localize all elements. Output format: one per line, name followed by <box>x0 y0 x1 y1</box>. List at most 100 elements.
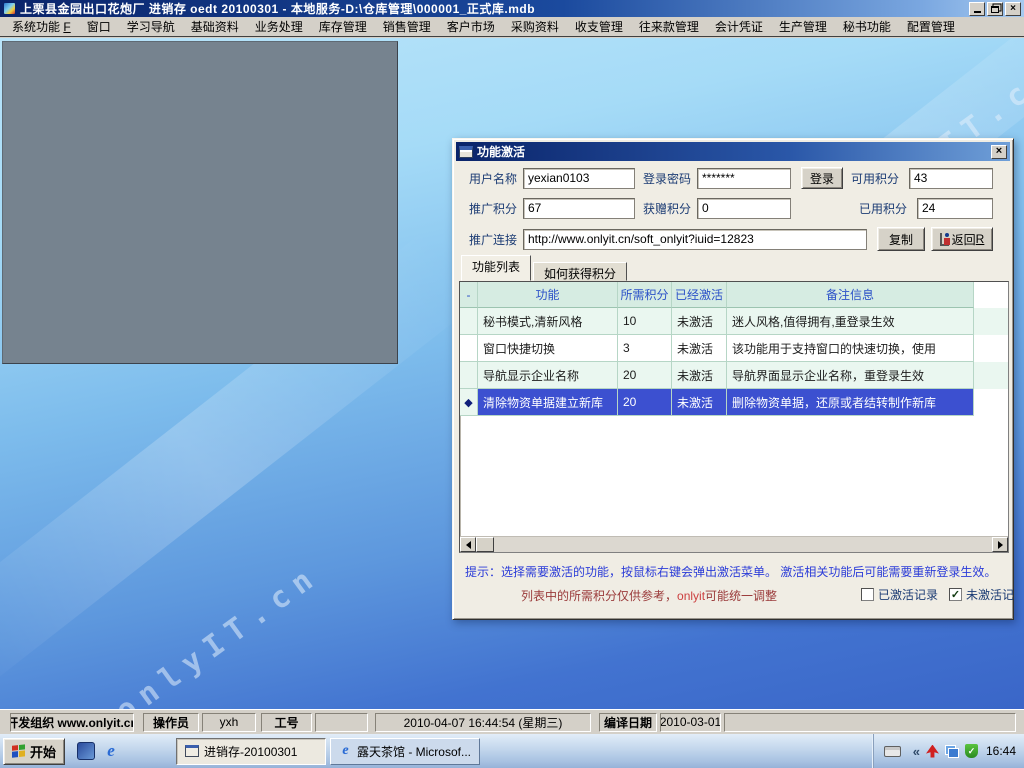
menubar: 系统功能 F 窗口 学习导航 基础资料 业务处理 库存管理 销售管理 客户市场 … <box>0 17 1024 37</box>
password-label: 登录密码 <box>643 170 697 187</box>
return-button[interactable]: 返回R <box>931 227 993 251</box>
hint2-prefix: 列表中的所需积分仅供参考， <box>521 589 677 603</box>
tabstrip: 功能列表 如何获得积分 <box>461 259 627 281</box>
dialog-icon <box>459 146 473 158</box>
username-input[interactable]: yexian0103 <box>523 168 635 189</box>
hint-text-1: 提示：选择需要激活的功能，按鼠标右键会弹出激活菜单。 激活相关功能后可能需要重新… <box>465 563 1005 580</box>
minimize-button[interactable] <box>969 2 985 16</box>
checkbox-checked[interactable]: ✓ <box>949 588 962 601</box>
row-marker <box>460 308 478 335</box>
task-button-label: 进销存-20100301 <box>204 743 297 760</box>
system-tray: « ✓ 16:44 <box>873 734 1024 768</box>
used-points-label: 已用积分 <box>859 200 917 217</box>
task-button-label: 露天茶馆 - Microsof... <box>357 743 471 760</box>
row-points: 20 <box>618 389 672 416</box>
menu-item-purchase[interactable]: 采购资料 <box>503 17 567 36</box>
dialog-title: 功能激活 <box>477 143 525 160</box>
status-build-date-label: 编译日期 <box>599 713 657 732</box>
menu-item-production[interactable]: 生产管理 <box>771 17 835 36</box>
col-activated: 已经激活 <box>672 282 727 308</box>
menu-item-system[interactable]: 系统功能 F <box>4 17 79 36</box>
table-row[interactable]: 秘书模式,清新风格 10 未激活 迷人风格,值得拥有,重登录生效 <box>460 308 1008 335</box>
checkbox-inactive-records[interactable]: ✓ 未激活记录 <box>949 586 1014 603</box>
network-icon[interactable] <box>945 745 959 758</box>
copy-button[interactable]: 复制 <box>877 227 925 251</box>
menu-item-finance[interactable]: 收支管理 <box>567 17 631 36</box>
promo-points-value[interactable]: 67 <box>523 198 635 219</box>
dialog-close-button[interactable]: × <box>991 145 1007 159</box>
desktop-area: onlyIT.cn yIT.cn 功能激活 × 用户名称 yexian0103 … <box>0 38 1024 709</box>
blank-client-panel <box>2 41 398 364</box>
exit-icon <box>940 233 949 246</box>
row-feature: 秘书模式,清新风格 <box>478 308 618 335</box>
status-worker-id-label: 工号 <box>261 713 312 732</box>
table-header-row: - 功能 所需积分 已经激活 备注信息 <box>460 282 1008 308</box>
scrollbar-track[interactable] <box>494 537 992 552</box>
start-button[interactable]: 开始 <box>3 738 65 765</box>
menu-item-window[interactable]: 窗口 <box>79 17 119 36</box>
horizontal-scrollbar <box>460 536 1008 552</box>
menu-item-learning-nav[interactable]: 学习导航 <box>119 17 183 36</box>
tab-how-to-get-points[interactable]: 如何获得积分 <box>533 262 627 281</box>
quick-launch-app-icon[interactable] <box>77 742 95 760</box>
tray-expand-chevron[interactable]: « <box>913 744 920 759</box>
dialog-titlebar[interactable]: 功能激活 × <box>456 142 1010 161</box>
arrow-right-icon <box>998 541 1007 549</box>
row-marker <box>460 362 478 389</box>
close-button[interactable]: × <box>1005 2 1021 16</box>
checkbox-label: 未激活记录 <box>966 586 1014 603</box>
promo-link-input[interactable]: http://www.onlyit.cn/soft_onlyit?iuid=12… <box>523 229 867 250</box>
scroll-right-button[interactable] <box>992 537 1008 552</box>
table-row[interactable]: 窗口快捷切换 3 未激活 该功能用于支持窗口的快速切换，使用 <box>460 335 1008 362</box>
menu-item-secretary[interactable]: 秘书功能 <box>835 17 899 36</box>
scroll-left-button[interactable] <box>460 537 476 552</box>
row-remark: 迷人风格,值得拥有,重登录生效 <box>727 308 974 335</box>
menu-item-voucher[interactable]: 会计凭证 <box>707 17 771 36</box>
menu-item-customer[interactable]: 客户市场 <box>439 17 503 36</box>
gift-points-value[interactable]: 0 <box>697 198 791 219</box>
checkbox-activated-records[interactable]: 已激活记录 <box>861 586 938 603</box>
status-operator-value: yxh <box>202 713 256 732</box>
used-points-value[interactable]: 24 <box>917 198 993 219</box>
internet-explorer-icon: e <box>339 744 352 759</box>
quick-launch: e <box>77 742 120 760</box>
statusbar: 开发组织 www.onlyit.cn 操作员 yxh 工号 2010-04-07… <box>0 709 1024 734</box>
feature-table: - 功能 所需积分 已经激活 备注信息 秘书模式,清新风格 10 未激活 迷人风… <box>459 281 1009 553</box>
row-activated: 未激活 <box>672 335 727 362</box>
restore-button[interactable] <box>987 2 1003 16</box>
available-points-label: 可用积分 <box>851 170 909 187</box>
table-row-selected[interactable]: ◆ 清除物资单据建立新库 20 未激活 删除物资单据，还原或者结转制作新库 <box>460 389 1008 416</box>
security-shield-icon[interactable]: ✓ <box>965 744 978 758</box>
menu-item-config[interactable]: 配置管理 <box>899 17 963 36</box>
menu-item-sales[interactable]: 销售管理 <box>375 17 439 36</box>
window-titlebar[interactable]: 上栗县金园出口花炮厂 进销存 oedt 20100301 - 本地服务-D:\仓… <box>0 0 1024 17</box>
internet-explorer-icon[interactable]: e <box>102 742 120 760</box>
col-remark: 备注信息 <box>727 282 974 308</box>
status-build-date-value: 2010-03-01 <box>660 713 721 732</box>
task-button-erp[interactable]: 进销存-20100301 <box>176 738 326 765</box>
scrollbar-thumb[interactable] <box>476 537 494 552</box>
desktop-watermark: onlyIT.cn <box>109 558 327 709</box>
task-button-browser[interactable]: e 露天茶馆 - Microsof... <box>330 738 480 765</box>
row-feature: 窗口快捷切换 <box>478 335 618 362</box>
table-row[interactable]: 导航显示企业名称 20 未激活 导航界面显示企业名称，重登录生效 <box>460 362 1008 389</box>
keyboard-layout-icon[interactable] <box>884 746 901 757</box>
status-dev-org: 开发组织 www.onlyit.cn <box>10 713 134 732</box>
hint2-suffix: 可能统一调整 <box>705 589 777 603</box>
row-activated: 未激活 <box>672 362 727 389</box>
tab-feature-list[interactable]: 功能列表 <box>461 255 531 281</box>
menu-item-business[interactable]: 业务处理 <box>247 17 311 36</box>
password-input[interactable]: ******* <box>697 168 791 189</box>
menu-item-accounts[interactable]: 往来款管理 <box>631 17 707 36</box>
username-label: 用户名称 <box>469 170 523 187</box>
tray-app-icon-red[interactable] <box>926 745 939 758</box>
window-controls: × <box>969 2 1021 16</box>
login-button[interactable]: 登录 <box>801 167 843 189</box>
tray-clock[interactable]: 16:44 <box>986 744 1016 758</box>
status-worker-id-value <box>315 713 368 732</box>
menu-item-inventory[interactable]: 库存管理 <box>311 17 375 36</box>
available-points-value[interactable]: 43 <box>909 168 993 189</box>
checkbox-unchecked[interactable] <box>861 588 874 601</box>
menu-item-base-data[interactable]: 基础资料 <box>183 17 247 36</box>
col-points: 所需积分 <box>618 282 672 308</box>
